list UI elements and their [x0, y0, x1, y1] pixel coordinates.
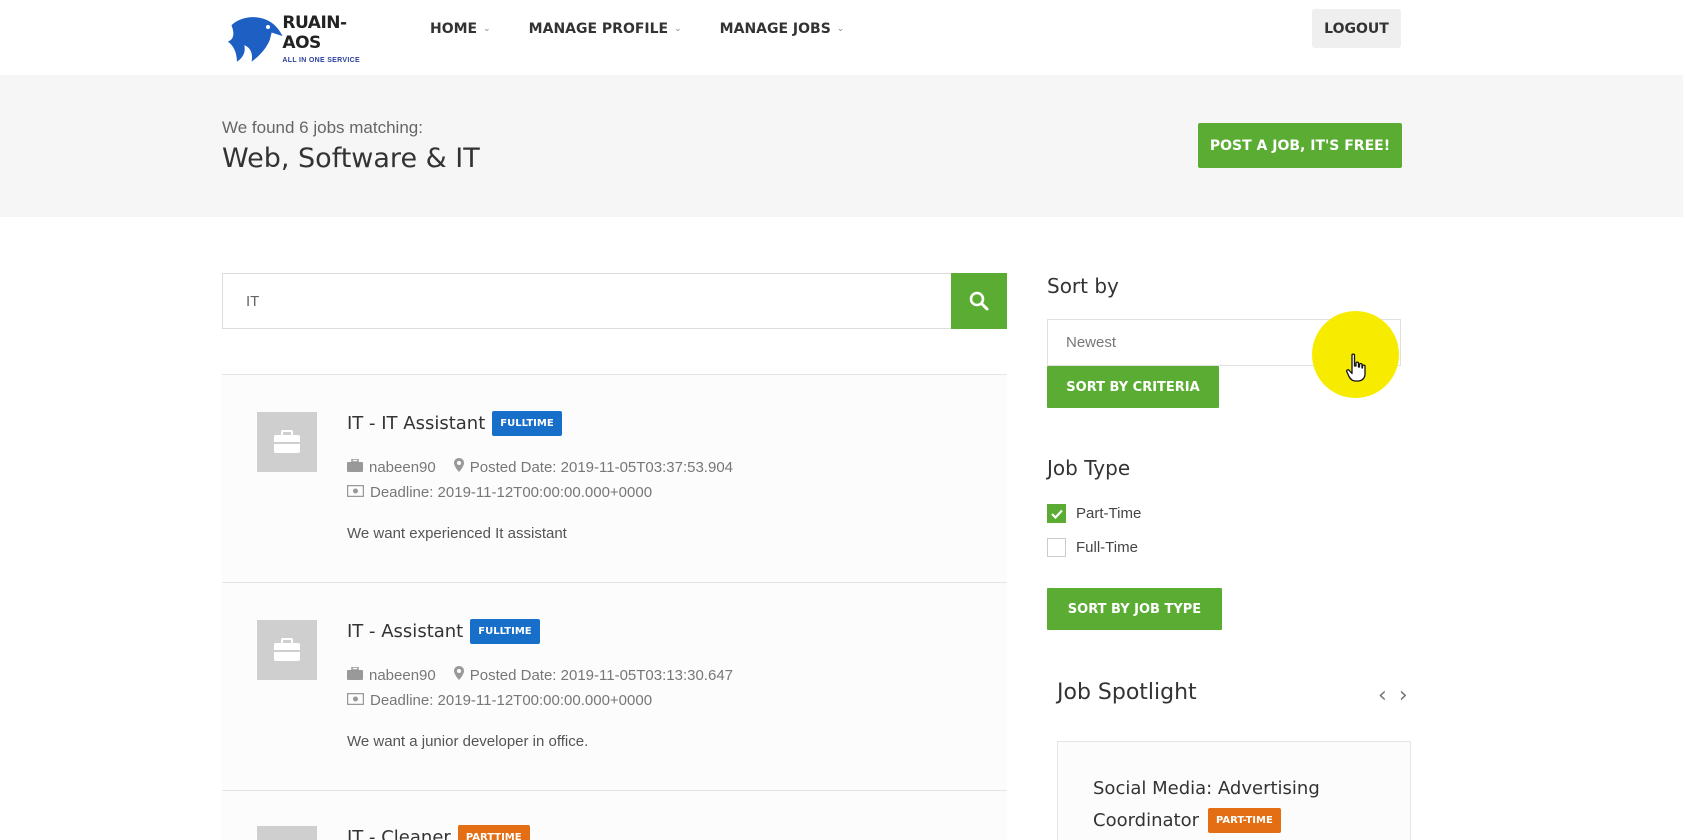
checkbox-checked-icon [1047, 504, 1066, 523]
briefcase-icon [274, 638, 300, 661]
spotlight-job-title-line2: Coordinator [1093, 810, 1200, 831]
nav-manage-profile-label: MANAGE PROFILE [528, 21, 669, 37]
logo-subtitle: ALL IN ONE SERVICE [282, 56, 360, 64]
nav-home-label: HOME [430, 21, 478, 37]
deadline: Deadline: 2019-11-12T00:00:00.000+0000 [370, 692, 653, 709]
job-description: We want experienced It assistant [347, 525, 567, 542]
briefcase-icon [347, 665, 363, 684]
chevron-down-icon: ⌄ [483, 24, 491, 34]
job-type-badge: FULLTIME [492, 411, 562, 436]
logo[interactable]: RUAIN-AOS ALL IN ONE SERVICE [226, 10, 376, 66]
logout-button[interactable]: LOGOUT [1312, 9, 1401, 48]
job-type-part-time-checkbox[interactable]: Part-Time [1047, 504, 1141, 523]
job-type-badge: PARTTIME [457, 825, 530, 840]
spotlight-job-card[interactable]: Social Media: Advertising Coordinator PA… [1057, 741, 1411, 840]
job-listing[interactable]: IT - Assistant FULLTIME nabeen90 Posted … [222, 583, 1007, 791]
briefcase-icon [274, 430, 300, 453]
company-logo-placeholder [257, 620, 317, 680]
job-type-heading: Job Type [1047, 456, 1131, 480]
page-title: Web, Software & IT [222, 143, 480, 174]
checkbox-label: Full-Time [1076, 539, 1138, 556]
job-type-badge: PART-TIME [1208, 808, 1281, 833]
job-spotlight-heading: Job Spotlight [1057, 680, 1197, 705]
posted-date: Posted Date: 2019-11-05T03:37:53.904 [469, 458, 733, 476]
job-title[interactable]: IT - Cleaner [347, 827, 451, 840]
spotlight-job-title: Social Media: Advertising [1093, 778, 1320, 799]
main-nav: HOME ⌄ MANAGE PROFILE ⌄ MANAGE JOBS ⌄ [430, 20, 844, 38]
eagle-logo-icon [227, 17, 283, 62]
map-marker-icon [453, 458, 464, 476]
results-count-text: We found 6 jobs matching: [222, 118, 423, 137]
sort-selected-value: Newest [1066, 334, 1117, 351]
checkbox-label: Part-Time [1076, 505, 1142, 522]
site-header: RUAIN-AOS ALL IN ONE SERVICE HOME ⌄ MANA… [0, 0, 1683, 75]
company-logo-placeholder [257, 412, 317, 472]
logo-title: RUAIN-AOS [282, 12, 347, 53]
sort-by-job-type-button[interactable]: SORT BY JOB TYPE [1047, 588, 1222, 630]
company-name: nabeen90 [369, 666, 436, 684]
deadline: Deadline: 2019-11-12T00:00:00.000+0000 [370, 484, 653, 501]
money-icon [346, 484, 365, 501]
job-title[interactable]: IT - Assistant [347, 621, 463, 642]
job-type-full-time-checkbox[interactable]: Full-Time [1047, 538, 1138, 557]
search-button[interactable] [951, 273, 1007, 329]
spotlight-carousel-nav: ‹ › [1378, 683, 1408, 708]
search-input[interactable]: IT [222, 273, 951, 329]
map-marker-icon [453, 666, 464, 684]
search-icon [969, 291, 989, 311]
job-listing[interactable]: IT - IT Assistant FULLTIME nabeen90 Post… [222, 375, 1007, 583]
chevron-left-icon[interactable]: ‹ [1378, 683, 1387, 708]
hand-pointer-icon [1346, 353, 1366, 382]
chevron-down-icon: ⌄ [674, 24, 682, 34]
posted-date: Posted Date: 2019-11-05T03:13:30.647 [469, 666, 733, 684]
job-title[interactable]: IT - IT Assistant [347, 413, 485, 434]
money-icon [346, 692, 365, 709]
sort-by-heading: Sort by [1047, 274, 1119, 298]
job-description: We want a junior developer in office. [347, 733, 589, 750]
checkbox-unchecked-icon [1047, 538, 1066, 557]
chevron-down-icon: ⌄ [836, 24, 845, 34]
chevron-right-icon[interactable]: › [1399, 683, 1408, 708]
nav-manage-jobs-label: MANAGE JOBS [719, 21, 831, 37]
sort-by-criteria-button[interactable]: SORT BY CRITERIA [1047, 366, 1219, 408]
nav-manage-profile[interactable]: MANAGE PROFILE ⌄ [529, 20, 682, 38]
job-listing[interactable]: IT - Cleaner PARTTIME [222, 791, 1007, 840]
nav-home[interactable]: HOME ⌄ [430, 20, 491, 38]
company-logo-placeholder [257, 826, 317, 840]
post-job-button[interactable]: POST A JOB, IT'S FREE! [1198, 123, 1402, 168]
nav-manage-jobs[interactable]: MANAGE JOBS ⌄ [720, 20, 845, 38]
job-type-badge: FULLTIME [470, 619, 540, 644]
briefcase-icon [347, 457, 363, 476]
company-name: nabeen90 [369, 458, 436, 476]
